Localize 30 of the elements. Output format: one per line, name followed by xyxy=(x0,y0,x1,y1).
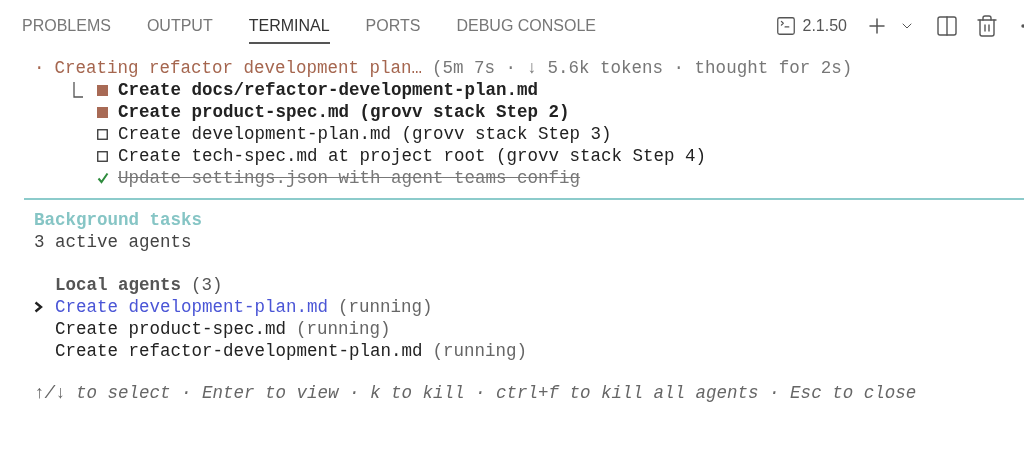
status-text: Creating refactor development plan… xyxy=(54,57,423,79)
task-text: Create product-spec.md (grovv stack Step 2) xyxy=(118,101,570,123)
section-title: Background tasks xyxy=(34,209,203,231)
tree-connector-icon xyxy=(73,82,83,98)
agent-state: (running) xyxy=(432,340,528,362)
panel-tab[interactable]: DEBUG CONSOLE xyxy=(456,8,597,44)
task-text: Update settings.json with agent teams config xyxy=(118,167,581,189)
status-meta: (5m 7s · ↓ 5.6k tokens · thought for 2s) xyxy=(432,57,853,79)
section-subtitle: 3 active agents xyxy=(34,231,192,253)
terminal-icon xyxy=(774,15,797,37)
panel-tab[interactable]: TERMINAL xyxy=(248,8,330,44)
panel-tab[interactable]: PORTS xyxy=(365,8,421,44)
more-icon[interactable] xyxy=(1021,24,1024,28)
spinner-mark: · xyxy=(34,57,45,79)
keyboard-hint: ↑/↓ to select · Enter to view · k to kill · ctrl+f to kill all agents · Esc to close xyxy=(34,382,917,404)
group-count: (3) xyxy=(191,274,223,296)
split-icon[interactable] xyxy=(935,14,959,38)
group-label: Local agents xyxy=(55,274,182,296)
panel-tab[interactable]: OUTPUT xyxy=(146,8,213,44)
agent-state: (running) xyxy=(338,296,433,318)
task-text: Create development-plan.md (grovv stack Step 3) xyxy=(118,123,612,145)
agent-item[interactable]: Create product-spec.md xyxy=(55,318,287,340)
agent-item[interactable]: Create development-plan.md xyxy=(55,296,329,318)
task-text: Create docs/refactor-development-plan.md xyxy=(118,79,539,101)
task-text: Create tech-spec.md at project root (grovv stack Step 4) xyxy=(118,145,707,167)
agent-state: (running) xyxy=(296,318,391,340)
terminal-profile-button[interactable]: 2.1.50 xyxy=(774,14,847,38)
trash-icon[interactable] xyxy=(975,14,999,38)
panel-tab[interactable]: PROBLEMS xyxy=(22,8,111,44)
agent-item[interactable]: Create refactor-development-plan.md xyxy=(55,340,423,362)
